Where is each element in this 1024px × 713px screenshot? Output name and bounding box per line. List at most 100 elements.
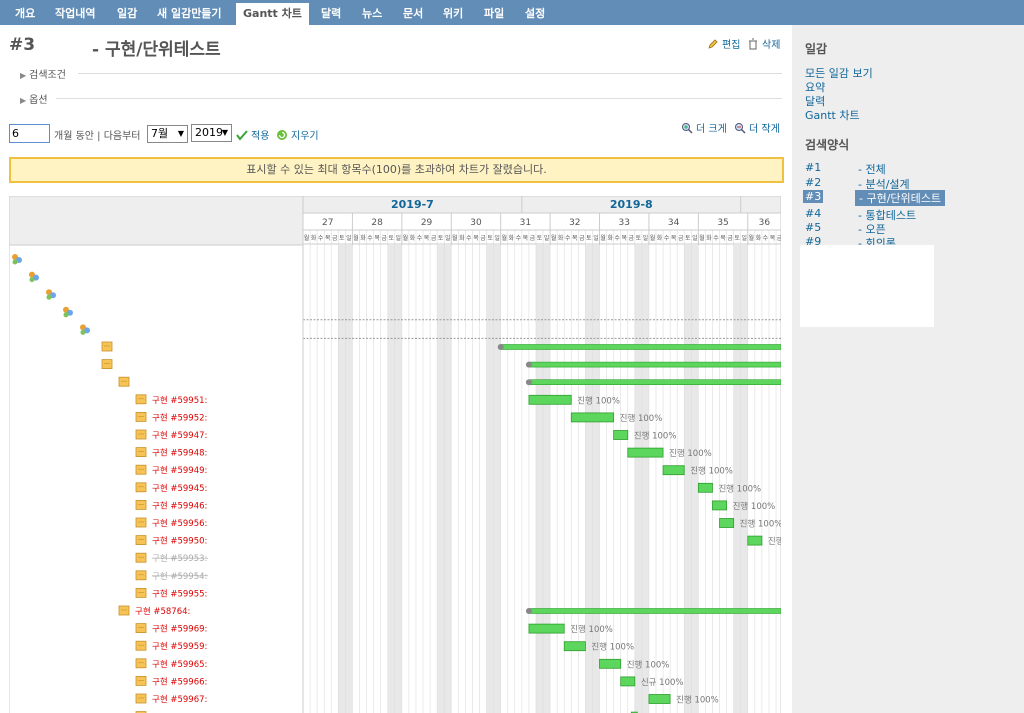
task-status-label: 진행 100%: [570, 624, 613, 635]
tab-wiki[interactable]: 위키: [436, 3, 470, 25]
issue-label: 구현 #59956:: [152, 519, 207, 529]
apply-label: 적용: [251, 131, 270, 142]
sidebar-link-gantt[interactable]: Gantt 차트: [805, 107, 860, 123]
tab-settings[interactable]: 설정: [518, 3, 552, 25]
day-letter: 금: [332, 235, 338, 242]
gantt-chart: 2019-7 2019-8 27 28 29 30 31 32 33 34 35 36 월 화 수 목 금 토 일 월…: [9, 196, 781, 713]
task-status-label: 진행 100%: [690, 466, 733, 477]
project-icon: [46, 294, 52, 300]
task-status-label: 진행 100%: [740, 519, 781, 530]
day-letter: 일: [544, 234, 550, 242]
month-select[interactable]: 7월 ▼: [147, 125, 188, 143]
package-icon: [135, 623, 147, 634]
day-letter: 수: [763, 235, 769, 242]
filters-label: 검색조건: [29, 70, 66, 81]
weekend-column: [394, 245, 402, 713]
task-bar: [719, 518, 735, 528]
edit-label: 편집: [722, 40, 741, 51]
day-letter: 월: [353, 234, 359, 242]
content-area: #3 - 구현/단위테스트 편집 삭제 ▶검색조건 ▶옵션 개월 동안 | 다음…: [0, 25, 792, 713]
day-letter: 월: [551, 234, 557, 242]
query-name: - 전체: [858, 163, 886, 176]
day-letter: 토: [586, 235, 592, 242]
package-icon: [101, 359, 113, 370]
day-letter: 월: [650, 234, 656, 242]
day-letter: 금: [431, 235, 437, 242]
tab-issues[interactable]: 일감: [110, 3, 144, 25]
day-letter: 일: [346, 234, 352, 242]
day-letter: 일: [396, 234, 402, 242]
day-letter: 목: [671, 235, 677, 242]
tab-news[interactable]: 뉴스: [355, 3, 389, 25]
query-id: #5: [805, 221, 822, 234]
week-label: 34: [668, 218, 680, 228]
dropdown-arrow-icon: ▼: [221, 128, 228, 137]
year-select[interactable]: 2019 ▼: [191, 124, 232, 142]
options-divider: [56, 98, 782, 99]
package-icon: [135, 552, 147, 563]
query-id: #1: [805, 161, 822, 174]
day-letter: 일: [692, 234, 698, 242]
edit-link[interactable]: 편집: [707, 36, 740, 51]
package-icon: [135, 429, 147, 440]
zoom-in-button[interactable]: 더 크게: [681, 120, 727, 135]
weekend-column: [691, 245, 699, 713]
tab-new-issue[interactable]: 새 일감만들기: [150, 3, 229, 25]
package-icon: [135, 394, 147, 405]
sidebar-queries-heading: 검색양식: [805, 138, 850, 152]
task-bar: [528, 394, 572, 405]
delete-link[interactable]: 삭제: [747, 36, 780, 51]
package-icon: [118, 376, 130, 387]
week-label: 30: [470, 218, 482, 228]
day-letter: 수: [516, 235, 522, 242]
weekend-column: [535, 245, 544, 713]
day-letter: 일: [494, 234, 500, 242]
pencil-icon: [708, 39, 718, 49]
query-name: - 구현/단위테스트: [92, 40, 221, 60]
issue-label: 구현 #59953:: [152, 554, 207, 564]
tab-activity[interactable]: 작업내역: [48, 3, 102, 25]
issue-label: 구현 #59947:: [152, 431, 207, 441]
package-icon: [135, 535, 147, 546]
months-input[interactable]: [9, 124, 50, 143]
issue-label: 구현 #59954:: [152, 572, 207, 582]
task-status-label: 진행 100%: [718, 483, 761, 494]
task-status-label: 신규 100%: [641, 678, 684, 688]
day-letter: 월: [600, 234, 606, 242]
options-toggle[interactable]: ▶ 옵션: [20, 91, 48, 106]
dropdown-arrow-icon: ▼: [177, 129, 184, 138]
month-select-value: 7월: [151, 127, 169, 140]
sidebar-blank-panel: [800, 245, 934, 327]
day-letter: 금: [678, 235, 684, 242]
task-status-label: 진행 100%: [669, 448, 712, 459]
tab-documents[interactable]: 문서: [396, 3, 430, 25]
version-bar: [528, 379, 781, 385]
weekend-column: [338, 245, 346, 713]
weekend-column: [740, 245, 748, 713]
tab-files[interactable]: 파일: [477, 3, 511, 25]
day-letter: 토: [685, 235, 691, 242]
zoom-out-button[interactable]: 더 작게: [734, 120, 780, 135]
apply-button[interactable]: 적용: [236, 127, 269, 142]
day-letter: 월: [749, 234, 755, 242]
tab-overview[interactable]: 개요: [8, 3, 42, 25]
issue-label: 구현 #59949:: [152, 466, 207, 476]
filters-toggle[interactable]: ▶ 검색조건: [20, 66, 66, 81]
project-icon: [12, 259, 18, 265]
group-start-marker: [525, 361, 532, 368]
task-status-label: 진행 100%: [577, 395, 620, 406]
task-status-label: 진행 100%: [620, 413, 663, 424]
day-letter: 목: [572, 235, 578, 242]
package-icon: [135, 587, 147, 598]
day-letter: 목: [770, 235, 776, 242]
months-label: 개월 동안 | 다음부터: [54, 131, 141, 142]
weekend-column: [733, 245, 741, 713]
task-status-label: 진행 100%: [627, 659, 670, 670]
weekend-column: [684, 245, 692, 713]
clear-button[interactable]: 지우기: [276, 127, 319, 142]
delete-label: 삭제: [762, 40, 781, 51]
version-bar: [500, 344, 781, 350]
tab-gantt[interactable]: Gantt 차트: [236, 3, 309, 25]
tab-calendar[interactable]: 달력: [314, 3, 348, 25]
day-letter: 수: [417, 235, 423, 242]
